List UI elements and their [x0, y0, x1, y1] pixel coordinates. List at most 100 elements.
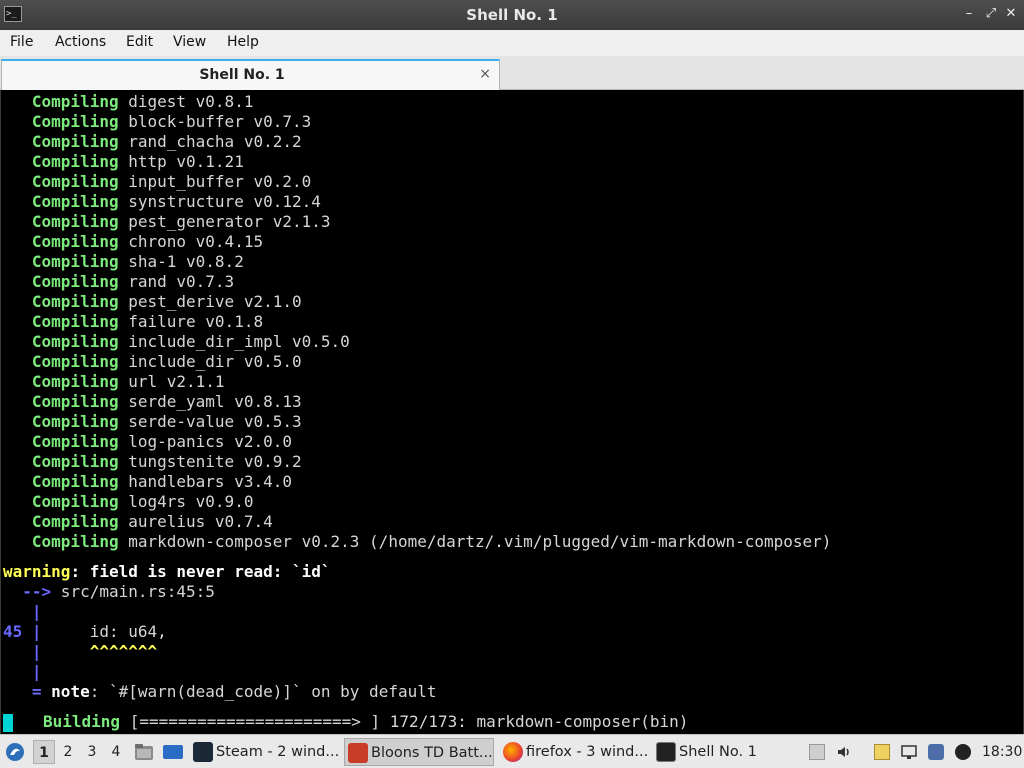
bloons-icon: [348, 743, 368, 763]
compiling-label: Compiling: [3, 312, 119, 331]
terminal-output[interactable]: Compiling markdown-composer v0.2.3 (/hom…: [0, 90, 1024, 734]
gutter-pipe: |: [3, 642, 42, 661]
code-snippet: id: u64,: [41, 622, 167, 641]
compiling-label: Compiling: [3, 512, 119, 531]
crate-name: block-buffer v0.7.3: [118, 112, 312, 131]
compile-line: Compiling http v0.1.21: [3, 152, 244, 172]
tab-bar: Shell No. 1 ×: [0, 56, 1024, 90]
crate-name: include_dir_impl v0.5.0: [118, 332, 350, 351]
crate-name: input_buffer v0.2.0: [118, 172, 312, 191]
bluetooth-icon[interactable]: [928, 744, 944, 760]
task-bloons[interactable]: Bloons TD Batt...: [344, 738, 494, 766]
gutter-line: |: [3, 662, 42, 682]
workspace-1[interactable]: 1: [33, 740, 55, 764]
menu-help[interactable]: Help: [227, 34, 259, 50]
compiling-label: Compiling: [3, 172, 119, 191]
workspace-2[interactable]: 2: [57, 740, 79, 764]
file-manager-icon[interactable]: [134, 743, 154, 761]
crate-name: include_dir v0.5.0: [118, 352, 302, 371]
warning-line: warning: field is never read: `id`: [3, 562, 331, 582]
task-label: Bloons TD Batt...: [371, 745, 493, 761]
crate-name: serde_yaml v0.8.13: [118, 392, 302, 411]
start-menu-icon[interactable]: [4, 741, 26, 763]
crate-name: sha-1 v0.8.2: [118, 252, 244, 271]
compiling-label: Compiling: [3, 472, 119, 491]
crate-name: pest_derive v2.1.0: [118, 292, 302, 311]
caret-line: | ^^^^^^^: [3, 642, 157, 662]
clipboard-icon[interactable]: [809, 744, 825, 760]
desktop-icon[interactable]: [162, 743, 184, 761]
crate-name: failure v0.1.8: [118, 312, 264, 331]
crate-name: rand_chacha v0.2.2: [118, 132, 302, 151]
line-number: 45: [3, 622, 23, 641]
steam-icon: [193, 742, 213, 762]
task-shell[interactable]: Shell No. 1: [653, 738, 803, 766]
compile-line: Compiling serde-value v0.5.3: [3, 412, 302, 432]
compile-line: Compiling aurelius v0.7.4: [3, 512, 273, 532]
compile-line: Compiling chrono v0.4.15: [3, 232, 263, 252]
crate-name: log4rs v0.9.0: [118, 492, 254, 511]
compile-line: Compiling include_dir_impl v0.5.0: [3, 332, 350, 352]
note-text: : `#[warn(dead_code)]` on by default: [89, 682, 437, 701]
warning-message: : field is never read: `id`: [70, 562, 331, 581]
crate-name: tungstenite v0.9.2: [118, 452, 302, 471]
compile-line: Compiling failure v0.1.8: [3, 312, 263, 332]
crate-name: chrono v0.4.15: [118, 232, 264, 251]
taskbar: 1 2 3 4 Steam - 2 wind... Bloons TD Batt…: [0, 734, 1024, 768]
clock[interactable]: 18:30: [982, 735, 1022, 768]
compiling-label: Compiling: [3, 392, 119, 411]
compile-line: Compiling pest_derive v2.1.0: [3, 292, 302, 312]
build-progress-line: Building [======================> ] 172/…: [43, 712, 688, 732]
compiling-label: Compiling: [3, 92, 119, 111]
note-equals: =: [3, 682, 42, 701]
note-label: note: [51, 682, 90, 701]
compiling-label: Compiling: [3, 132, 119, 151]
compiling-label: Compiling: [3, 332, 119, 351]
task-firefox[interactable]: firefox - 3 wind...: [500, 738, 650, 766]
terminal-icon: [656, 742, 676, 762]
crate-name: digest v0.8.1: [118, 92, 254, 111]
notes-icon[interactable]: [874, 744, 890, 760]
crate-name: log-panics v2.0.0: [118, 432, 292, 451]
window-titlebar[interactable]: >_ Shell No. 1 – ⤢ ✕: [0, 0, 1024, 30]
network-icon[interactable]: [901, 744, 917, 760]
steam-tray-icon[interactable]: [955, 744, 971, 760]
tab-shell-1[interactable]: Shell No. 1 ×: [1, 59, 500, 90]
maximize-icon[interactable]: ⤢: [982, 5, 1000, 23]
workspace-3[interactable]: 3: [81, 740, 103, 764]
compiling-label: Compiling: [3, 192, 119, 211]
menu-file[interactable]: File: [10, 34, 33, 50]
workspace-4[interactable]: 4: [105, 740, 127, 764]
compiling-label: Compiling: [3, 272, 119, 291]
compiling-label: Compiling: [3, 492, 119, 511]
tab-label: Shell No. 1: [199, 67, 285, 83]
task-steam[interactable]: Steam - 2 wind...: [190, 738, 340, 766]
menu-edit[interactable]: Edit: [126, 34, 153, 50]
menubar: File Actions Edit View Help: [0, 30, 1024, 56]
task-label: Steam - 2 wind...: [216, 744, 340, 760]
menu-view[interactable]: View: [173, 34, 206, 50]
crate-name: aurelius v0.7.4: [118, 512, 273, 531]
compile-line: Compiling handlebars v3.4.0: [3, 472, 292, 492]
volume-icon[interactable]: [836, 744, 852, 760]
tab-close-icon[interactable]: ×: [479, 66, 491, 82]
compile-line: Compiling sha-1 v0.8.2: [3, 252, 244, 272]
code-line: 45 | id: u64,: [3, 622, 167, 642]
compiling-label: Compiling: [3, 112, 119, 131]
compile-line: Compiling include_dir v0.5.0: [3, 352, 302, 372]
firefox-icon: [503, 742, 523, 762]
compile-line: Compiling serde_yaml v0.8.13: [3, 392, 302, 412]
compile-line: Compiling tungstenite v0.9.2: [3, 452, 302, 472]
crate-name: url v2.1.1: [118, 372, 225, 391]
compile-line: Compiling rand_chacha v0.2.2: [3, 132, 302, 152]
minimize-icon[interactable]: –: [960, 5, 978, 23]
crate-name: markdown-composer v0.2.3 (/home/dartz/.v…: [118, 532, 832, 551]
close-icon[interactable]: ✕: [1002, 5, 1020, 23]
gutter-pipe: |: [3, 662, 42, 681]
warning-location: src/main.rs:45:5: [51, 582, 215, 601]
menu-actions[interactable]: Actions: [55, 34, 106, 50]
building-label: Building: [43, 712, 121, 731]
compiling-label: Compiling: [3, 232, 119, 251]
crate-name: pest_generator v2.1.3: [118, 212, 331, 231]
compiling-label: Compiling: [3, 212, 119, 231]
